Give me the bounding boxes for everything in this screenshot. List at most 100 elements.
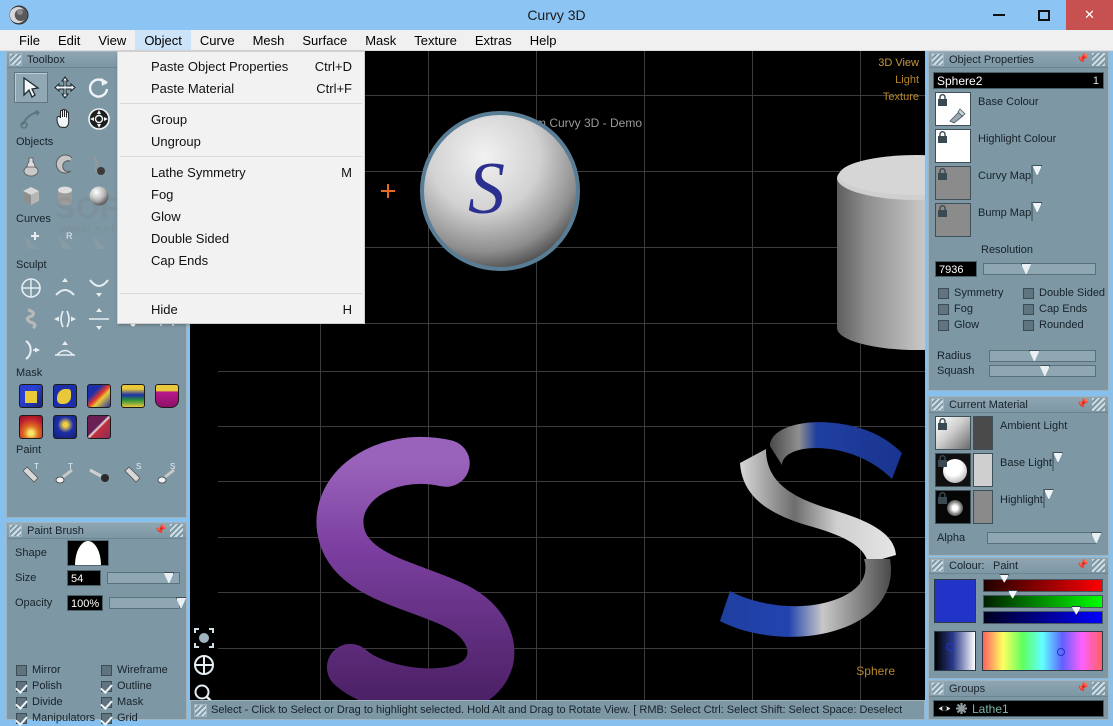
ambient-light-preview[interactable] xyxy=(935,416,971,450)
option-mask[interactable]: Mask xyxy=(101,694,186,710)
object-properties-grip-icon[interactable] xyxy=(931,53,944,66)
gaussian-bell-curve-icon[interactable] xyxy=(67,540,109,566)
eye-icon[interactable] xyxy=(937,703,952,714)
object-name-field[interactable]: Sphere2 1 xyxy=(933,72,1104,89)
option-polish[interactable]: Polish xyxy=(16,678,101,694)
close-icon[interactable] xyxy=(1092,682,1105,695)
highlight-preview[interactable] xyxy=(935,490,971,524)
base-colour-swatch[interactable] xyxy=(935,92,971,126)
option-grid[interactable]: Grid xyxy=(101,710,186,726)
option-manipulators[interactable]: Manipulators xyxy=(16,710,101,726)
colour-grip-icon[interactable] xyxy=(931,559,944,572)
red-slider[interactable] xyxy=(983,574,1103,592)
mask-wave-tool[interactable] xyxy=(116,380,150,411)
curvy-map-slider[interactable] xyxy=(1031,165,1043,184)
flag-cap-ends[interactable]: Cap Ends xyxy=(1023,301,1108,317)
cube-object-tool[interactable] xyxy=(14,180,48,211)
menu-view[interactable]: View xyxy=(89,30,135,50)
blue-slider[interactable] xyxy=(983,606,1103,624)
flag-fog[interactable]: Fog xyxy=(938,301,1023,317)
alpha-slider[interactable] xyxy=(987,532,1102,544)
menu-mask[interactable]: Mask xyxy=(356,30,405,50)
brush-size-slider[interactable] xyxy=(107,572,180,584)
flag-rounded[interactable]: Rounded xyxy=(1023,317,1108,333)
menu-item-paste-material[interactable]: Paste Material Ctrl+F xyxy=(118,77,364,99)
current-material-grip-icon[interactable] xyxy=(931,398,944,411)
menu-item-hide[interactable]: Hide H xyxy=(118,298,364,320)
mask-radial-tool[interactable] xyxy=(14,411,48,442)
menu-extras[interactable]: Extras xyxy=(466,30,521,50)
orbit-tool[interactable] xyxy=(82,103,116,134)
resolution-slider[interactable] xyxy=(983,263,1096,275)
close-icon[interactable] xyxy=(170,524,183,537)
resolution-value[interactable]: 7936 xyxy=(935,261,977,277)
flag-double-sided[interactable]: Double Sided xyxy=(1023,285,1108,301)
mask-square-tool[interactable] xyxy=(14,380,48,411)
highlight-colour-swatch[interactable] xyxy=(935,129,971,163)
add-curve-tool[interactable] xyxy=(14,226,48,257)
paint-texture-dot-tool[interactable]: T xyxy=(48,457,82,488)
option-wireframe[interactable]: Wireframe xyxy=(101,662,186,678)
flag-glow[interactable]: Glow xyxy=(938,317,1023,333)
colour-mode-label[interactable]: Paint xyxy=(993,558,1018,574)
curvy-map-swatch[interactable] xyxy=(935,166,971,200)
pan-view-icon[interactable] xyxy=(192,653,216,677)
inflate-tool[interactable] xyxy=(14,272,48,303)
option-outline[interactable]: Outline xyxy=(101,678,186,694)
menu-edit[interactable]: Edit xyxy=(49,30,89,50)
pan-tool[interactable] xyxy=(48,103,82,134)
smudge-tool[interactable] xyxy=(82,457,116,488)
pin-icon[interactable]: 📌 xyxy=(1076,398,1089,411)
group-list-item[interactable]: Lathe1 xyxy=(933,700,1104,717)
mask-spot-tool[interactable] xyxy=(48,411,82,442)
close-icon[interactable] xyxy=(1092,53,1105,66)
base-light-swatch[interactable] xyxy=(973,453,993,487)
flag-symmetry[interactable]: Symmetry xyxy=(938,285,1023,301)
menu-item-group[interactable]: Group xyxy=(118,108,364,130)
menu-item-double-sided[interactable]: Double Sided xyxy=(118,227,364,249)
frame-selection-icon[interactable] xyxy=(192,626,216,650)
base-light-slider[interactable] xyxy=(1051,452,1063,471)
brush-opacity-slider[interactable] xyxy=(109,597,187,609)
groups-grip-icon[interactable] xyxy=(931,682,944,695)
menu-item-fog[interactable]: Fog xyxy=(118,183,364,205)
menu-texture[interactable]: Texture xyxy=(405,30,466,50)
current-colour-swatch[interactable] xyxy=(934,579,976,623)
mask-cylinder-tool[interactable] xyxy=(150,380,184,411)
replace-curve-tool[interactable]: R xyxy=(48,226,82,257)
menu-curve[interactable]: Curve xyxy=(191,30,244,50)
zoom-view-icon[interactable] xyxy=(192,682,216,700)
maximize-button[interactable] xyxy=(1021,0,1066,30)
bulge-tool[interactable] xyxy=(14,334,48,365)
trim-curve-tool[interactable] xyxy=(82,226,116,257)
peak-tool[interactable] xyxy=(48,272,82,303)
option-divide[interactable]: Divide xyxy=(16,694,101,710)
bump-map-slider[interactable] xyxy=(1031,202,1043,221)
pin-icon[interactable]: 📌 xyxy=(1076,559,1089,572)
mask-gradient-tool[interactable] xyxy=(82,380,116,411)
menu-mesh[interactable]: Mesh xyxy=(244,30,294,50)
lathe-object-tool[interactable] xyxy=(14,149,48,180)
twist-tool[interactable] xyxy=(14,303,48,334)
rotate-tool[interactable] xyxy=(82,72,116,103)
menu-object[interactable]: Object xyxy=(135,30,191,50)
sphere-object-tool[interactable] xyxy=(82,180,116,211)
paint-surface-dot-tool[interactable]: S xyxy=(150,457,184,488)
draw-object-tool[interactable] xyxy=(82,149,116,180)
highlight-slider[interactable] xyxy=(1042,489,1054,508)
pin-icon[interactable]: 📌 xyxy=(154,524,167,537)
select-tool[interactable] xyxy=(14,72,48,103)
squash-slider[interactable] xyxy=(989,365,1096,377)
brush-size-value[interactable]: 54 xyxy=(67,570,101,586)
squeeze-tool[interactable] xyxy=(48,303,82,334)
bump-map-swatch[interactable] xyxy=(935,203,971,237)
highlight-swatch[interactable] xyxy=(973,490,993,524)
pin-icon[interactable]: 📌 xyxy=(1076,53,1089,66)
base-light-preview[interactable] xyxy=(935,453,971,487)
mask-blob-tool[interactable] xyxy=(48,380,82,411)
menu-item-ungroup[interactable]: Ungroup xyxy=(118,130,364,152)
brush-opacity-value[interactable]: 100% xyxy=(67,595,104,611)
cylinder-object-tool[interactable] xyxy=(48,180,82,211)
close-icon[interactable] xyxy=(1092,559,1105,572)
menu-item-glow[interactable]: Glow xyxy=(118,205,364,227)
